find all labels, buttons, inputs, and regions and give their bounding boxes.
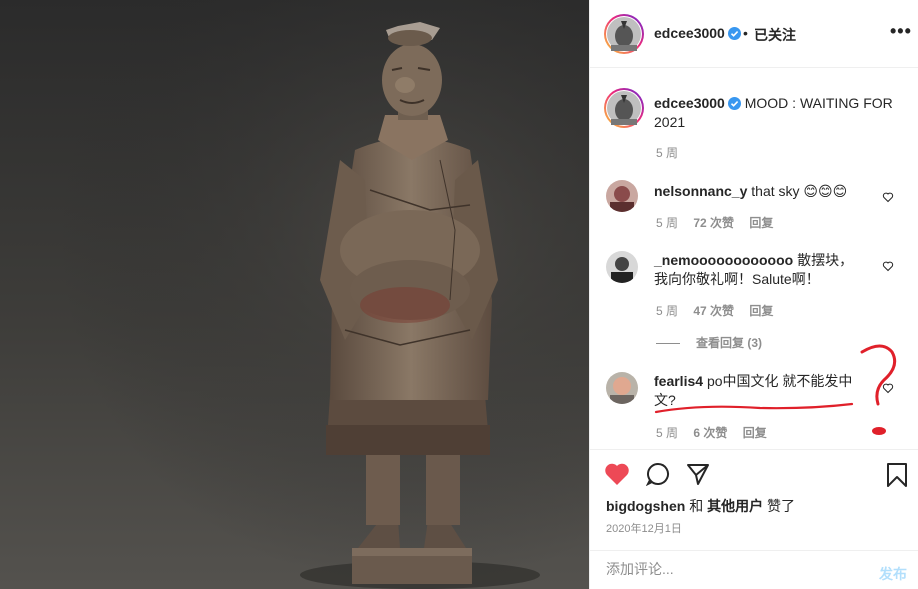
comment-meta: 5 周 6 次赞 回复 [656, 424, 779, 441]
post-date[interactable]: 2020年12月1日 [606, 520, 682, 536]
post-comment-button[interactable]: 发布 [879, 564, 907, 584]
liked-heart-icon[interactable] [604, 462, 630, 486]
comment-username[interactable]: nelsonnanc_y [654, 183, 747, 199]
comment-meta: 5 周 72 次赞 回复 [656, 214, 785, 231]
comment-username[interactable]: _nemoooooooooooo [654, 252, 793, 268]
post-caption: edcee3000 MOOD : WAITING FOR 2021 [654, 94, 904, 132]
header-separator: • [743, 25, 748, 41]
bookmark-icon[interactable] [886, 462, 908, 488]
follow-status-button[interactable]: 已关注 [754, 25, 796, 45]
comment-bubble-icon[interactable] [646, 462, 670, 486]
caption-timestamp[interactable]: 5 周 [656, 144, 678, 161]
comment-time[interactable]: 5 周 [656, 426, 678, 440]
comment-text: _nemoooooooooooo 散摆块，我向你敬礼啊！Salute啊！ [654, 251, 864, 289]
comment-input[interactable] [606, 561, 856, 577]
comment-likes[interactable]: 6 次赞 [693, 426, 727, 440]
comment-reply-button[interactable]: 回复 [749, 216, 773, 230]
commenter-avatar[interactable] [606, 180, 638, 212]
commenter-avatar-image [606, 180, 638, 212]
caption-avatar-image [607, 91, 641, 125]
liked-by-user[interactable]: bigdogshen [606, 498, 685, 514]
comment-text: fearlis4 po中国文化 就不能发中文? [654, 372, 864, 410]
comment-meta: 5 周 47 次赞 回复 [656, 302, 785, 319]
commenter-avatar-image [606, 372, 638, 404]
post-actions: bigdogshen 和 其他用户 赞了 2020年12月1日 发布 [590, 449, 918, 589]
like-comment-heart-icon[interactable] [882, 260, 894, 272]
share-paper-plane-icon[interactable] [686, 462, 710, 486]
commenter-avatar[interactable] [606, 372, 638, 404]
comment-body: that sky 😊😊😊 [751, 183, 848, 199]
commenter-avatar-image [606, 251, 638, 283]
like-comment-heart-icon[interactable] [882, 382, 894, 394]
liked-by-suffix: 赞了 [767, 498, 795, 514]
post-image[interactable] [0, 0, 589, 589]
comment-likes[interactable]: 72 次赞 [693, 216, 734, 230]
author-username-text[interactable]: edcee3000 [654, 25, 725, 41]
view-replies-line [656, 343, 680, 345]
view-replies-button[interactable]: 查看回复 (3) [656, 334, 762, 351]
caption-avatar[interactable] [604, 88, 644, 128]
more-horizontal-icon[interactable]: ••• [890, 21, 912, 42]
liked-by-and: 和 [689, 498, 704, 514]
author-avatar[interactable] [604, 14, 644, 54]
comment-time[interactable]: 5 周 [656, 304, 678, 318]
caption-username[interactable]: edcee3000 [654, 95, 725, 111]
terracotta-warrior-photo [0, 0, 589, 589]
comment-reply-button[interactable]: 回复 [743, 426, 767, 440]
comment-time[interactable]: 5 周 [656, 216, 678, 230]
post-side-panel: edcee3000 • 已关注 ••• edcee3000 MOOD : WAI… [589, 0, 918, 589]
comment-likes[interactable]: 47 次赞 [693, 304, 734, 318]
comment-text: nelsonnanc_y that sky 😊😊😊 [654, 182, 864, 201]
author-username[interactable]: edcee3000 [654, 25, 741, 41]
comment-composer: 发布 [590, 550, 918, 589]
liked-by-others[interactable]: 其他用户 [707, 498, 763, 514]
verified-badge-icon [727, 97, 741, 110]
liked-by-summary: bigdogshen 和 其他用户 赞了 [606, 496, 795, 516]
comment-username[interactable]: fearlis4 [654, 373, 703, 389]
like-comment-heart-icon[interactable] [882, 191, 894, 203]
author-avatar-image [607, 17, 641, 51]
verified-badge-icon [727, 27, 741, 40]
commenter-avatar[interactable] [606, 251, 638, 283]
comment-reply-button[interactable]: 回复 [749, 304, 773, 318]
post-header: edcee3000 • 已关注 ••• [590, 0, 918, 68]
view-replies-label[interactable]: 查看回复 (3) [696, 336, 762, 350]
